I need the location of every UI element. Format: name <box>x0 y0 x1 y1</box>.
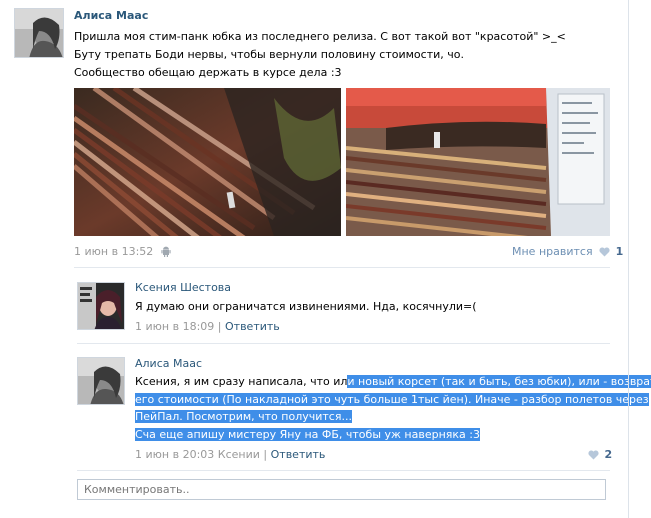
post-text-line-1: Пришла моя стим-панк юбка из последнего … <box>74 30 566 43</box>
comment-2-avatar[interactable] <box>77 357 125 405</box>
comment-2-text-plain: Ксения, я им сразу написала, что ил <box>135 375 348 388</box>
heart-icon <box>599 247 610 260</box>
like-count: 1 <box>615 245 624 258</box>
comment-1-avatar[interactable] <box>77 282 125 330</box>
like-count: 2 <box>604 448 613 461</box>
divider <box>77 343 610 344</box>
comment-2-text-line-1: Ксения, я им сразу написала, что или нов… <box>135 373 651 391</box>
heart-icon <box>588 450 599 463</box>
post-meta: 1 июн в 13:52 <box>74 245 171 260</box>
post-text-line-2: Буту трепать Боди нервы, чтобы вернули п… <box>74 48 464 61</box>
like-label: Мне нравится <box>512 245 593 258</box>
comment-2-text-line-2: его стоимости (По накладной это чуть бол… <box>135 391 649 409</box>
comment-2-author[interactable]: Алиса Маас <box>135 357 202 370</box>
comment-2-meta: 1 июн в 20:03 Ксении | Ответить <box>135 448 325 461</box>
comment-2-like-button[interactable]: 2 <box>585 448 612 463</box>
comment-2-date[interactable]: 1 июн в 20:03 <box>135 448 214 461</box>
comment-input-placeholder: Комментировать.. <box>84 483 190 496</box>
post-like-button[interactable]: Мне нравится 1 <box>512 245 623 260</box>
post-photo-1[interactable] <box>74 88 341 236</box>
android-icon <box>161 246 171 260</box>
comment-1-date[interactable]: 1 июн в 18:09 <box>135 320 214 333</box>
post-text-line-3: Сообщество обещаю держать в курсе дела :… <box>74 66 342 79</box>
divider <box>74 267 610 268</box>
comment-input[interactable]: Комментировать.. <box>77 479 606 500</box>
comment-1-meta: 1 июн в 18:09 | Ответить <box>135 320 280 333</box>
selected-text: его стоимости (По накладной это чуть бол… <box>135 393 649 406</box>
wall-post: Алиса Маас Пришла моя стим-панк юбка из … <box>0 0 651 518</box>
selected-text: ПейПал. Посмотрим, что получится... <box>135 410 352 423</box>
separator: | <box>217 320 222 333</box>
comment-2-reply-link[interactable]: Ответить <box>271 448 326 461</box>
comment-2-text-line-3: ПейПал. Посмотрим, что получится... <box>135 408 352 426</box>
selected-text: Сча еще апишу мистеру Яну на ФБ, чтобы у… <box>135 428 480 441</box>
separator: | <box>263 448 268 461</box>
content-border <box>628 0 629 518</box>
post-author-avatar[interactable] <box>14 8 64 58</box>
comment-1-reply-link[interactable]: Ответить <box>225 320 280 333</box>
comment-1-text: Я думаю они ограничатся извинениями. Нда… <box>135 300 477 313</box>
post-author-name[interactable]: Алиса Маас <box>74 9 148 22</box>
post-date[interactable]: 1 июн в 13:52 <box>74 245 153 258</box>
comment-2-reply-to[interactable]: Ксении <box>218 448 260 461</box>
comment-1-author[interactable]: Ксения Шестова <box>135 281 231 294</box>
divider <box>77 470 610 471</box>
selected-text: и новый корсет (так и быть, без юбки), и… <box>347 375 651 388</box>
post-photo-2[interactable] <box>346 88 610 236</box>
comment-2-text-line-4: Сча еще апишу мистеру Яну на ФБ, чтобы у… <box>135 426 480 444</box>
